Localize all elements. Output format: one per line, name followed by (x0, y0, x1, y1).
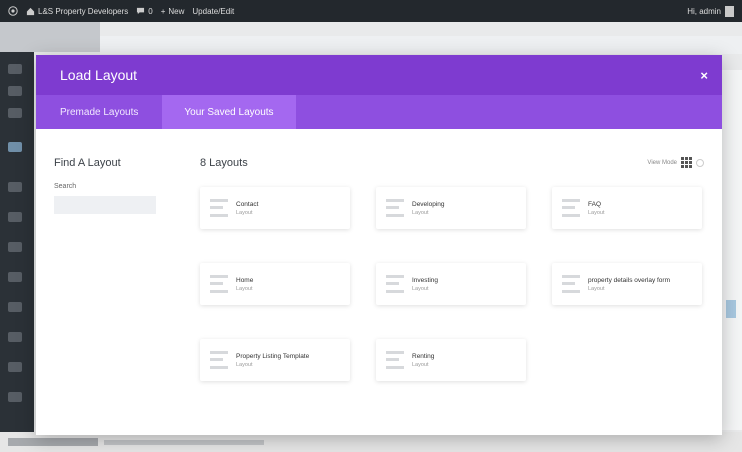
layout-card[interactable]: Investing Layout (376, 263, 526, 305)
status-bar-text (8, 438, 98, 446)
new-link[interactable]: + New (161, 7, 185, 16)
layout-thumbnail-icon (562, 273, 580, 295)
layout-type: Layout (588, 285, 605, 292)
layout-card[interactable]: Property Listing Template Layout (200, 339, 350, 381)
avatar[interactable] (725, 5, 734, 17)
filter-sidebar: Find A Layout Search (54, 157, 164, 214)
home-icon (26, 7, 35, 15)
update-link[interactable]: Update/Edit (192, 7, 234, 16)
layout-card[interactable]: Contact Layout (200, 187, 350, 229)
site-name-link[interactable]: L&S Property Developers (26, 7, 128, 16)
admin-side-menu (0, 22, 34, 452)
layout-type: Layout (588, 209, 605, 216)
search-input[interactable] (54, 196, 156, 214)
menu-settings-icon[interactable] (8, 332, 22, 342)
site-name: L&S Property Developers (38, 6, 129, 16)
menu-plugins-icon[interactable] (8, 242, 22, 252)
layout-type: Layout (236, 361, 253, 368)
modal-tabs: Premade Layouts Your Saved Layouts (36, 95, 722, 129)
menu-pages-icon[interactable] (8, 108, 22, 118)
layout-name: Home (236, 276, 254, 284)
status-bar-url (104, 440, 264, 445)
layout-card[interactable]: FAQ Layout (552, 187, 702, 229)
user-greeting[interactable]: Hi, admin (687, 7, 721, 16)
layout-name: Renting (412, 352, 435, 360)
admin-menu-header (0, 22, 100, 52)
sidebar-title: Find A Layout (54, 157, 121, 169)
menu-active-icon[interactable] (8, 142, 22, 152)
layout-type: Layout (412, 209, 429, 216)
search-label: Search (54, 183, 77, 190)
layout-thumbnail-icon (210, 349, 228, 371)
comments-link[interactable]: 0 (136, 6, 153, 16)
menu-media-icon[interactable] (8, 86, 22, 96)
comment-icon (137, 7, 145, 15)
layout-thumbnail-icon (210, 197, 228, 219)
layout-type: Layout (236, 285, 253, 292)
layout-name: FAQ (588, 200, 602, 208)
layout-name: property details overlay form (588, 276, 671, 284)
layout-thumbnail-icon (386, 273, 404, 295)
menu-posts-icon[interactable] (8, 64, 22, 74)
comments-count: 0 (148, 6, 153, 16)
layout-card[interactable]: property details overlay form Layout (552, 263, 702, 305)
page-right-button[interactable] (726, 300, 736, 318)
layouts-count: 8 Layouts (200, 157, 248, 169)
layout-thumbnail-icon (210, 273, 228, 295)
menu-collapse-icon[interactable] (8, 392, 22, 402)
menu-appearance-icon[interactable] (8, 212, 22, 222)
modal-body: Find A Layout Search 8 Layouts View Mode… (36, 129, 722, 435)
layout-card[interactable]: Home Layout (200, 263, 350, 305)
layout-type: Layout (412, 361, 429, 368)
page-right-panel (722, 70, 742, 430)
layout-name: Developing (412, 200, 445, 208)
list-view-icon[interactable] (696, 158, 704, 167)
view-mode-switcher: View Mode (647, 157, 704, 168)
layout-name: Property Listing Template (236, 352, 310, 360)
layout-name: Contact (236, 200, 259, 208)
load-layout-modal: Load Layout × Premade Layouts Your Saved… (36, 55, 722, 435)
close-icon[interactable]: × (700, 68, 708, 83)
plus-icon: + (160, 6, 166, 16)
modal-header: Load Layout × (36, 55, 722, 95)
status-bar (0, 432, 742, 452)
menu-users-icon[interactable] (8, 272, 22, 282)
view-mode-label: View Mode (647, 159, 677, 166)
layout-thumbnail-icon (386, 349, 404, 371)
tab-premade-layouts[interactable]: Premade Layouts (36, 95, 162, 129)
layout-type: Layout (412, 285, 429, 292)
layout-card[interactable]: Renting Layout (376, 339, 526, 381)
page-header-strip (100, 36, 742, 54)
layout-thumbnail-icon (562, 197, 580, 219)
layout-thumbnail-icon (386, 197, 404, 219)
tab-your-saved-layouts[interactable]: Your Saved Layouts (162, 95, 296, 129)
layout-name: Investing (412, 276, 439, 284)
modal-title: Load Layout (60, 67, 138, 83)
layout-card[interactable]: Developing Layout (376, 187, 526, 229)
layout-type: Layout (236, 209, 253, 216)
wordpress-icon[interactable] (8, 6, 18, 16)
menu-tools-icon[interactable] (8, 302, 22, 312)
grid-view-icon[interactable] (681, 157, 692, 168)
admin-bar: L&S Property Developers 0 + New Update/E… (0, 0, 742, 22)
menu-divi-icon[interactable] (8, 362, 22, 372)
menu-comments-icon[interactable] (8, 182, 22, 192)
new-label: New (168, 6, 185, 16)
